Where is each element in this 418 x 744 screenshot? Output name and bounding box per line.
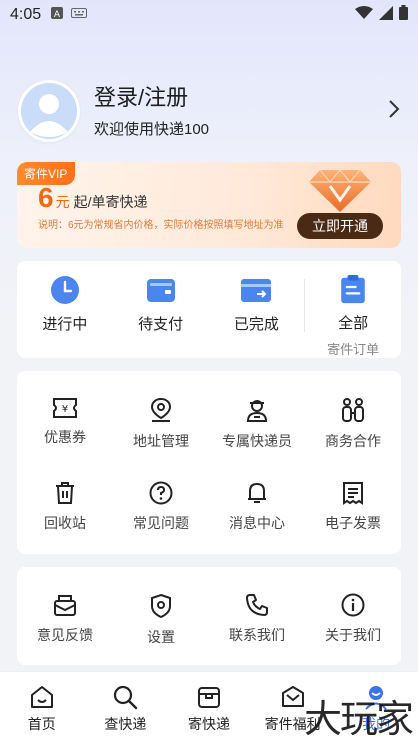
tool-about[interactable]: 关于我们 [305, 567, 401, 651]
tool-label: 电子发票 [325, 515, 381, 531]
keyboard-icon [71, 6, 88, 24]
search-icon [114, 685, 138, 710]
cellular-icon [379, 5, 393, 25]
tool-invoice[interactable]: 电子发票 [305, 455, 401, 539]
nav-label: 寄快递 [187, 716, 230, 732]
order-pending-payment[interactable]: 待支付 [113, 261, 209, 358]
vip-price-unit: 元 [55, 194, 70, 210]
tools-card: ¥ 优惠券 地址管理 专属快递员 商务合作 回收站 常见问题 消息中心 电子发票 [17, 371, 401, 554]
courier-icon [246, 400, 268, 422]
tool-settings[interactable]: 设置 [113, 567, 209, 651]
chevron-right-icon[interactable] [388, 99, 400, 124]
order-label: 已完成 [233, 316, 279, 333]
order-all[interactable]: 全部 寄件订单 [305, 261, 401, 358]
tool-messages[interactable]: 消息中心 [209, 455, 305, 539]
partners-icon [342, 398, 364, 422]
order-sub-label: 寄件订单 [327, 342, 380, 357]
tool-label: 地址管理 [133, 433, 189, 449]
clipboard-icon [341, 275, 365, 304]
clock-icon [50, 276, 79, 304]
order-label: 进行中 [42, 316, 88, 333]
nav-label: 查快递 [104, 716, 147, 732]
trash-icon [56, 482, 74, 504]
orders-card: 进行中 待支付 已完成 全部 寄件订单 [17, 261, 401, 358]
tool-label: 回收站 [44, 515, 86, 531]
support-card: 意见反馈 设置 联系我们 关于我们 [17, 567, 401, 665]
bell-icon [248, 482, 266, 503]
gift-icon [281, 686, 304, 707]
nav-label: 首页 [27, 716, 56, 732]
tool-label: 专属快递员 [222, 433, 292, 449]
tool-label: 常见问题 [133, 515, 189, 531]
order-in-progress[interactable]: 进行中 [17, 261, 113, 358]
vip-price-number: 6 [38, 182, 54, 213]
tool-label: 商务合作 [325, 433, 381, 449]
card-icon [241, 279, 272, 302]
info-icon [341, 593, 365, 617]
coupon-icon: ¥ [53, 398, 77, 418]
tool-address[interactable]: 地址管理 [113, 371, 209, 455]
tool-label: 优惠券 [44, 429, 86, 445]
tool-coupon[interactable]: ¥ 优惠券 [17, 371, 113, 455]
tool-business[interactable]: 商务合作 [305, 371, 401, 455]
tool-label: 消息中心 [229, 515, 285, 531]
login-register-title[interactable]: 登录/注册 [94, 84, 209, 112]
diamond-icon [305, 162, 375, 219]
svg-text:¥: ¥ [62, 404, 68, 415]
nav-home[interactable]: 首页 [0, 672, 84, 744]
battery-icon [399, 5, 408, 25]
nav-send[interactable]: 寄快递 [167, 672, 251, 744]
feedback-icon [54, 595, 76, 616]
tool-faq[interactable]: 常见问题 [113, 455, 209, 539]
svg-text:A: A [54, 10, 61, 19]
vip-note: 说明：6元为常规省内价格，实际价格按照填写地址为准 [38, 220, 284, 231]
wifi-icon [355, 5, 373, 25]
home-icon [30, 686, 53, 708]
wallet-icon [146, 279, 175, 302]
tool-label: 设置 [147, 629, 175, 645]
vip-banner[interactable]: 寄件VIP 6 元 起/单寄快递 说明：6元为常规省内价格，实际价格按照填写地址… [17, 162, 401, 248]
vip-subscribe-button[interactable]: 立即开通 [297, 213, 383, 239]
tool-label: 联系我们 [229, 627, 285, 643]
order-label: 全部 [338, 315, 369, 332]
order-completed[interactable]: 已完成 [209, 261, 305, 358]
watermark: 大玩家 [303, 697, 414, 741]
default-avatar-icon [21, 83, 77, 139]
avatar[interactable] [18, 80, 80, 142]
tool-label: 意见反馈 [37, 627, 93, 643]
vip-price: 6 元 起/单寄快递 [38, 182, 147, 214]
question-icon [149, 481, 173, 505]
vip-price-suffix: 起/单寄快递 [73, 194, 148, 210]
notification-a-icon: A [51, 6, 64, 24]
tool-label: 关于我们 [325, 627, 381, 643]
invoice-icon [343, 482, 363, 505]
order-label: 待支付 [138, 316, 184, 333]
profile-header[interactable]: 登录/注册 欢迎使用快递100 [18, 80, 400, 142]
tool-recycle-bin[interactable]: 回收站 [17, 455, 113, 539]
location-icon [150, 397, 172, 422]
box-icon [197, 687, 220, 708]
phone-icon [246, 594, 268, 616]
status-bar: 4:05 A [0, 0, 418, 30]
settings-icon [151, 593, 171, 619]
tool-contact[interactable]: 联系我们 [209, 567, 305, 651]
tool-courier[interactable]: 专属快递员 [209, 371, 305, 455]
welcome-text: 欢迎使用快递100 [94, 120, 210, 138]
tool-feedback[interactable]: 意见反馈 [17, 567, 113, 651]
status-time: 4:05 [10, 6, 42, 23]
nav-track[interactable]: 查快递 [84, 672, 168, 744]
